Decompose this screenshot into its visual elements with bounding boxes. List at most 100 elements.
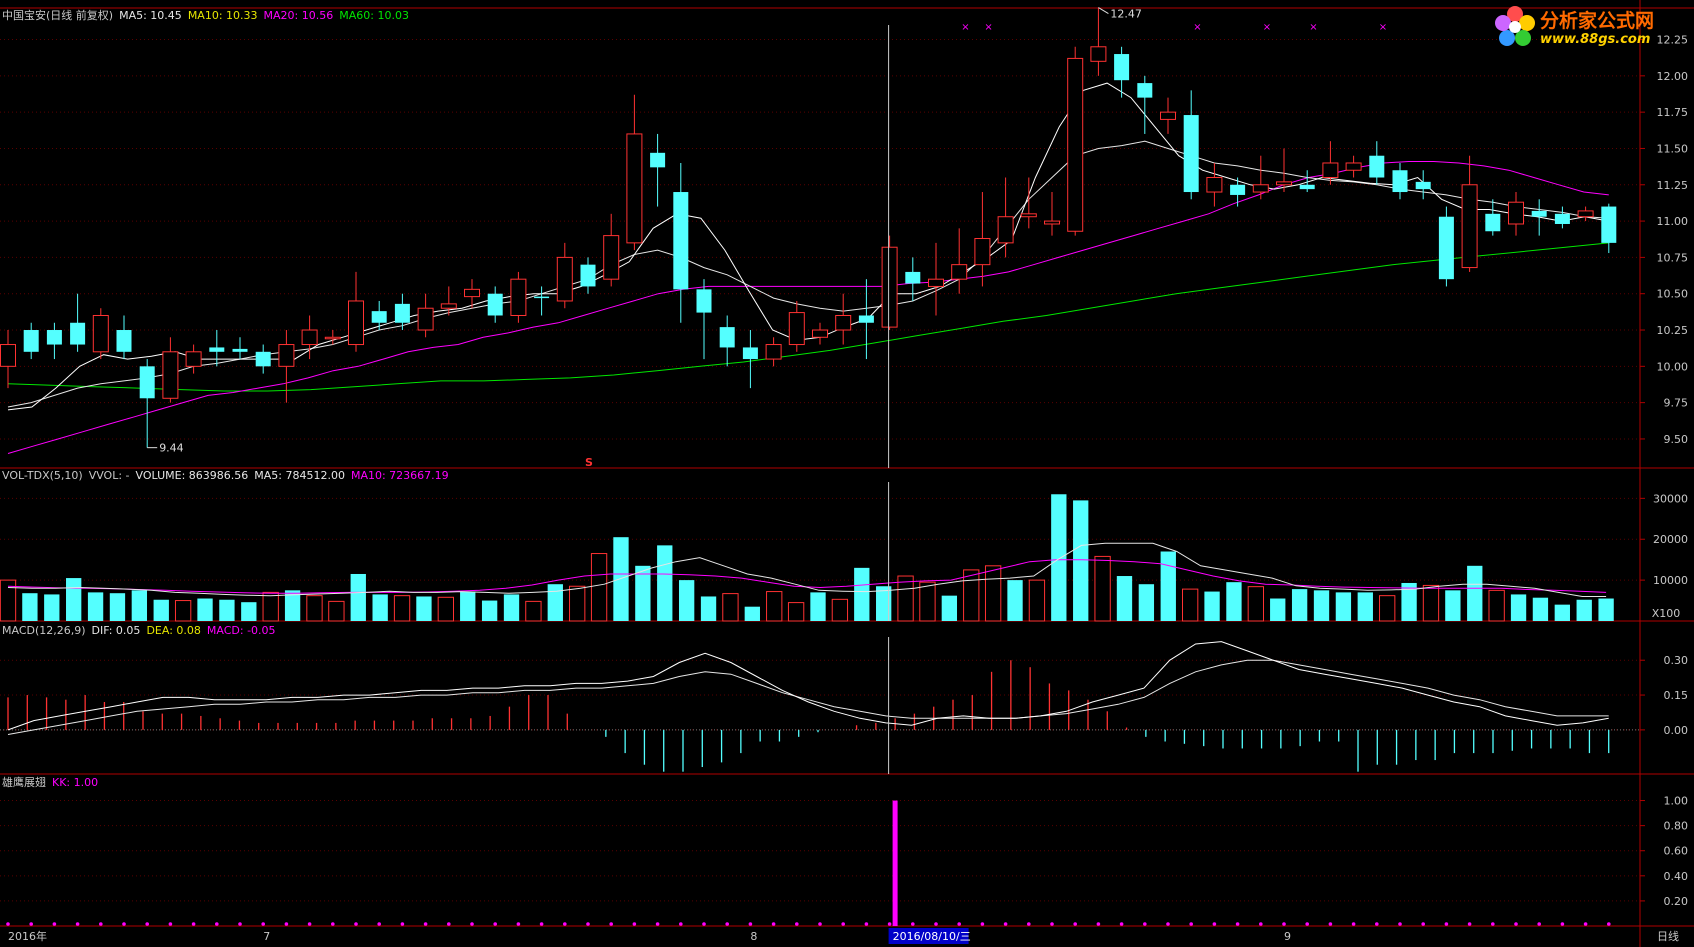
signal-zero-dot [516, 922, 521, 926]
candle-body-up [835, 314, 852, 331]
y-tick-label: 0.40 [1664, 870, 1689, 883]
candle-body-down [1137, 83, 1153, 98]
candle-body-down [742, 347, 758, 360]
candle-body-up [1508, 201, 1524, 225]
candle-body-down [719, 327, 735, 348]
candle-body-down [46, 330, 62, 345]
volume-bar-up [897, 575, 914, 622]
volume-bar-up [722, 593, 739, 622]
signal-zero-dot [1003, 922, 1008, 926]
signal-zero-dot [261, 922, 266, 926]
signal-zero-dot [1143, 922, 1147, 926]
candle-body-down [1601, 206, 1617, 243]
volume-bar-down [1357, 592, 1373, 621]
volume-bar-up [525, 600, 542, 622]
candle-body-up [1067, 57, 1084, 232]
y-tick-label: 0.15 [1664, 689, 1689, 702]
volume-bar-down [66, 578, 82, 621]
candle-body-up [997, 216, 1014, 244]
signal-zero-dot [725, 922, 729, 926]
signal-zero-dot [75, 922, 80, 926]
signal-zero-dot [1537, 922, 1541, 926]
candle-body-down [255, 351, 271, 367]
candle-body-up [1160, 111, 1176, 120]
volume-bar-down [219, 599, 235, 621]
y-tick-label: 0.20 [1664, 895, 1689, 908]
signal-zero-dot [748, 922, 753, 926]
candle-body-up [951, 264, 968, 280]
flower-logo-icon [1495, 6, 1535, 46]
candle-body-up [0, 344, 16, 367]
volume-ma10-value: MA10: 723667.19 [350, 469, 449, 482]
candle-body-down [1531, 210, 1547, 217]
candle-body-up [1322, 162, 1339, 179]
volume-bar-down [131, 590, 148, 621]
volume-bar-down [613, 537, 629, 621]
y-tick-label: 0.80 [1664, 820, 1689, 833]
top-x-marker: × [984, 22, 992, 33]
volume-bar-down [1532, 597, 1549, 621]
signal-zero-dot [400, 922, 405, 926]
top-x-marker: × [1379, 22, 1387, 33]
signal-zero-dot [1305, 922, 1309, 926]
volume-bar-up [1094, 555, 1111, 622]
volume-value: VOLUME: 863986.56 [135, 469, 249, 482]
signal-zero-dot [52, 922, 57, 926]
volume-indicator-name: VOL-TDX(5,10) [2, 469, 83, 482]
candle-body-up [881, 246, 898, 328]
volume-bar-down [460, 591, 476, 621]
volume-bar-down [153, 599, 169, 621]
candle-body-up [788, 312, 805, 346]
volume-bar-up [766, 591, 783, 622]
volume-bar-down [854, 567, 870, 621]
candle-body-up [1461, 184, 1478, 269]
signal-zero-dot [447, 922, 451, 926]
volume-bar-up [831, 598, 849, 622]
candle-body-up [162, 351, 179, 399]
volume-bar-down [1116, 576, 1133, 621]
y-tick-label: 11.25 [1657, 179, 1689, 192]
signal-zero-dot [934, 922, 938, 926]
volume-bar-down [1467, 565, 1483, 621]
candle-body-up [928, 278, 944, 287]
candle-body-down [23, 330, 39, 352]
y-tick-label: 0.60 [1664, 845, 1689, 858]
candle-body-up [603, 235, 620, 280]
volume-bar-up [328, 600, 345, 622]
sell-signal-marker: S [585, 456, 593, 469]
price-header: 中国宝安(日线 前复权) MA5: 10.45 MA10: 10.33 MA20: 1… [2, 9, 415, 23]
signal-zero-dot [1351, 922, 1356, 926]
site-logo: 分析家公式网 www.88gs.com [1492, 2, 1692, 54]
period-label: 日线 [1657, 929, 1679, 943]
y-tick-label: 9.50 [1664, 433, 1689, 446]
signal-zero-dot [307, 922, 312, 926]
signal-zero-dot [841, 922, 845, 926]
volume-bar-up [1182, 588, 1199, 622]
y-tick-label: 0.30 [1664, 654, 1689, 667]
volume-bar-down [241, 602, 257, 621]
date-label-year: 2016年 [8, 929, 47, 943]
signal-header: 雄鹰展翅 KK: 1.00 [2, 776, 104, 790]
y-tick-label: 11.00 [1657, 215, 1689, 228]
candle-body-up [1044, 220, 1060, 225]
candle-body-up [324, 336, 341, 340]
volume-bar-down [1226, 582, 1242, 621]
signal-zero-dot [284, 922, 289, 926]
candle-body-down [1114, 54, 1130, 81]
candle-body-down [650, 152, 666, 168]
signal-zero-dot [331, 922, 335, 926]
cursor-date-label: 2016/08/10/三 [893, 930, 971, 943]
candle-body-down [232, 348, 248, 352]
logo-title: 分析家公式网 [1540, 10, 1655, 32]
volume-bar-up [919, 581, 936, 622]
volume-bar-up [590, 553, 608, 622]
signal-zero-dot [980, 922, 985, 926]
vvol-value: VVOL: - [88, 469, 130, 482]
candle-body-up [1577, 210, 1594, 218]
volume-bar-down [22, 593, 38, 621]
signal-zero-dot [238, 922, 242, 926]
signal-zero-dot [122, 922, 126, 926]
signal-zero-dot [1259, 922, 1263, 926]
signal-zero-dot [911, 922, 915, 926]
volume-bar-down [941, 595, 958, 621]
